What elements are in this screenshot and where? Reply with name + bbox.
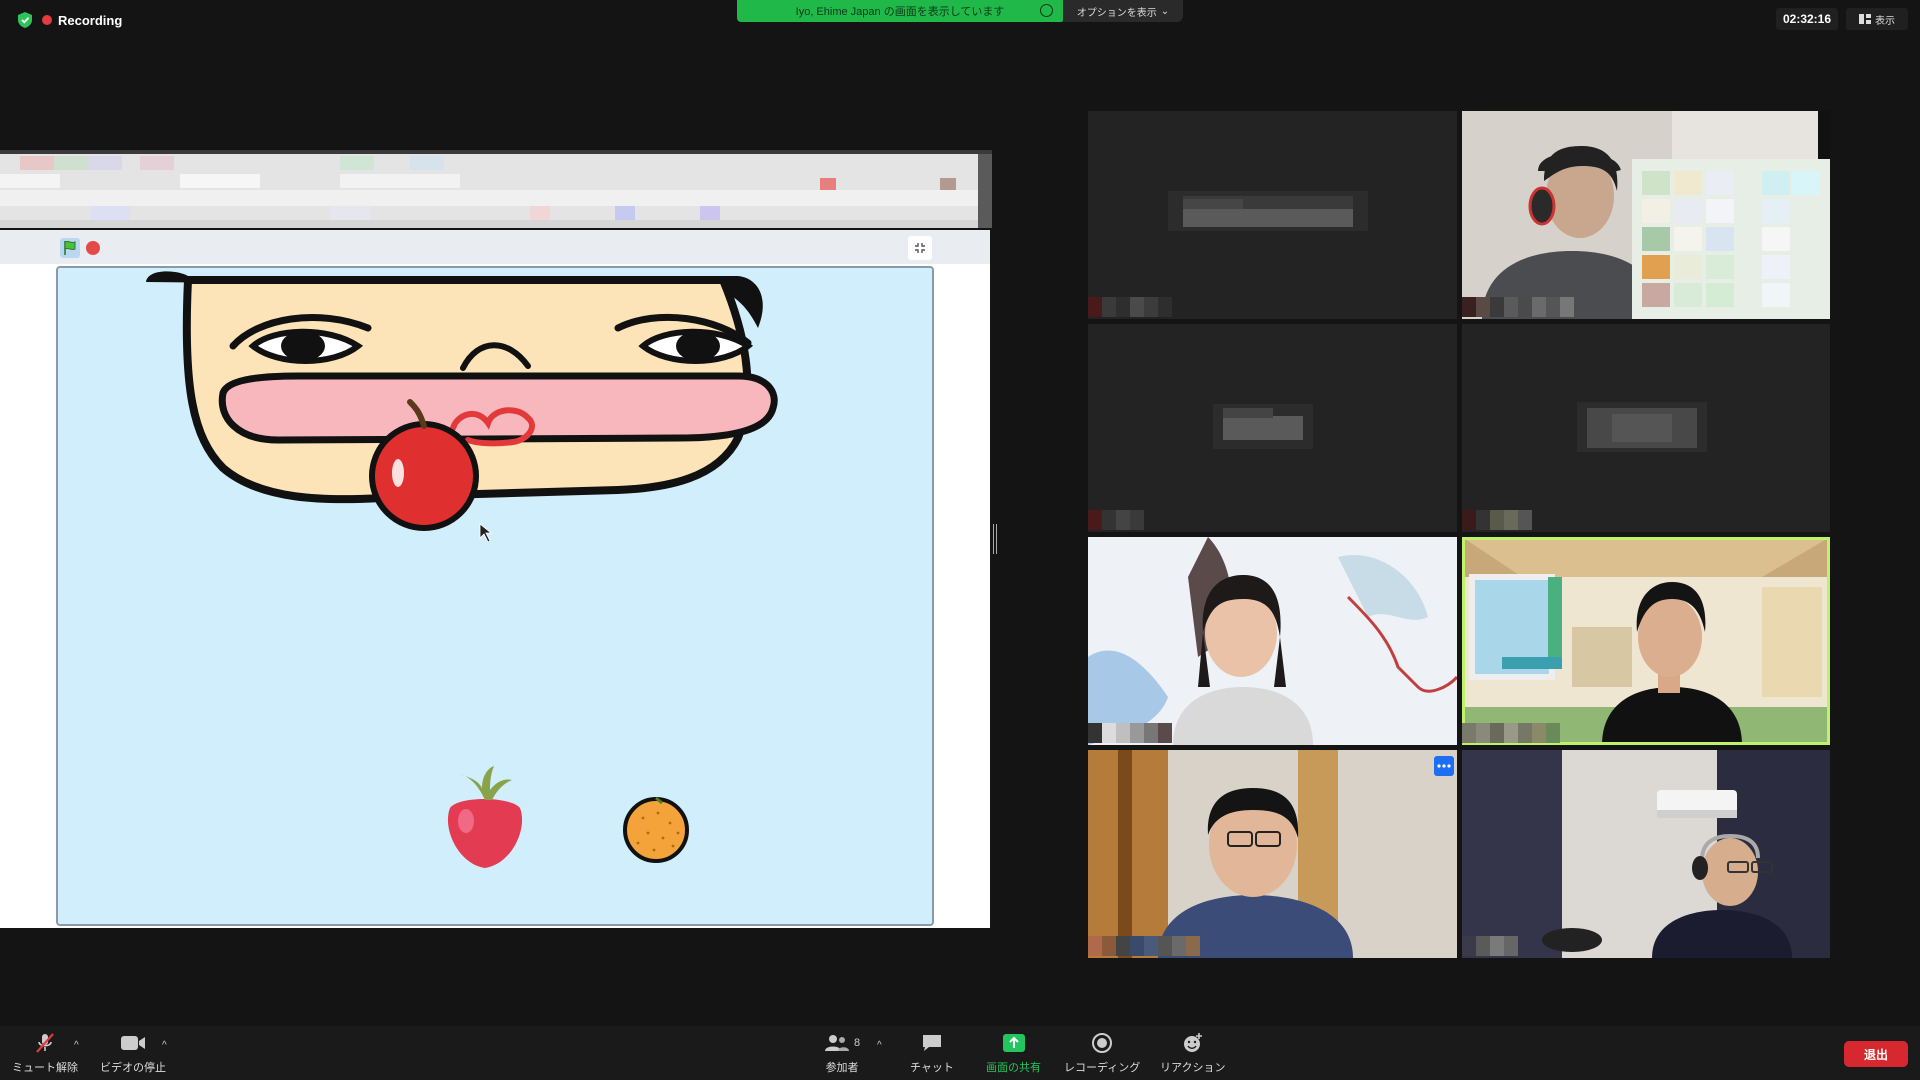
resize-handle[interactable] — [993, 524, 997, 554]
view-label: 表示 — [1875, 15, 1895, 27]
zoom-meeting-window: Recording Iyo, Ehime Japan の画面を表示しています オ… — [0, 0, 1920, 1080]
security-shield-icon — [18, 12, 32, 28]
participant-tile-3[interactable] — [1088, 324, 1457, 532]
meeting-controls-bar — [0, 1026, 1920, 1080]
stop-button[interactable] — [86, 241, 100, 255]
screen-share-banner: Iyo, Ehime Japan の画面を表示しています — [737, 0, 1063, 22]
participants-label: 参加者 — [825, 1062, 859, 1074]
participant-tile-7[interactable] — [1088, 750, 1457, 958]
gallery-view-icon — [1859, 14, 1871, 24]
participant-video — [1088, 750, 1457, 958]
participant-name-tag — [1088, 723, 1172, 743]
stage-canvas — [146, 271, 778, 868]
green-flag-icon — [64, 240, 76, 255]
participants-icon — [825, 1035, 849, 1051]
participant-tile-6-active-speaker[interactable] — [1462, 537, 1830, 745]
view-options-button[interactable]: オプションを表示 ⌄ — [1063, 0, 1183, 22]
participant-video — [1462, 750, 1830, 958]
chat-label: チャット — [910, 1062, 954, 1074]
audio-options-caret-icon[interactable]: ^ — [74, 1040, 79, 1051]
emoji-reaction-icon — [1183, 1033, 1202, 1052]
participants-button[interactable]: 8 参加者 — [824, 1032, 860, 1075]
participant-name-tag — [1462, 723, 1560, 743]
meeting-timer: 02:32:16 — [1776, 8, 1838, 30]
share-screen-label: 画面の共有 — [986, 1062, 1041, 1074]
stage-toolbar — [0, 230, 990, 264]
mouse-cursor — [479, 523, 493, 543]
chat-button[interactable]: チャット — [910, 1032, 954, 1075]
participant-tile-2[interactable] — [1462, 111, 1830, 319]
record-button[interactable]: レコーディング — [1064, 1032, 1140, 1075]
stop-video-label: ビデオの停止 — [100, 1062, 166, 1074]
share-screen-button[interactable]: 画面の共有 — [986, 1032, 1041, 1075]
participants-options-caret-icon[interactable]: ^ — [877, 1040, 882, 1051]
participant-name-tag — [1462, 510, 1532, 530]
blurred-name-placeholder — [1088, 111, 1457, 319]
game-stage[interactable] — [56, 266, 934, 926]
unmute-button[interactable]: ミュート解除 — [12, 1032, 78, 1075]
record-icon — [1092, 1033, 1113, 1053]
participant-tile-1[interactable] — [1088, 111, 1457, 319]
participant-name-tag — [1088, 936, 1200, 956]
participant-name-tag — [1462, 297, 1574, 317]
reactions-button[interactable]: リアクション — [1160, 1032, 1225, 1075]
participant-name-tag — [1462, 936, 1518, 956]
blurred-browser-header — [0, 150, 992, 228]
recording-label: Recording — [58, 12, 123, 28]
pixelated-region — [0, 150, 992, 228]
recording-indicator[interactable]: Recording — [18, 12, 122, 28]
share-banner-text: Iyo, Ehime Japan の画面を表示しています — [795, 6, 1005, 18]
strawberry-sprite — [447, 766, 523, 868]
unmute-label: ミュート解除 — [12, 1062, 78, 1074]
leave-meeting-button[interactable]: 退出 — [1844, 1041, 1908, 1067]
green-flag-button[interactable] — [60, 238, 80, 258]
orange-sprite — [623, 796, 689, 863]
participant-tile-4[interactable] — [1462, 324, 1830, 532]
share-info-icon[interactable] — [1040, 4, 1053, 17]
participant-name-tag — [1088, 297, 1172, 317]
chat-bubble-icon — [922, 1035, 941, 1051]
view-options-label: オプションを表示 — [1076, 7, 1157, 19]
recording-status: Recording — [42, 13, 122, 28]
video-camera-icon — [121, 1036, 145, 1050]
participant-video — [1088, 537, 1457, 745]
collapse-icon — [915, 243, 925, 253]
participant-video — [1462, 537, 1830, 745]
blurred-name-placeholder — [1462, 324, 1830, 532]
share-screen-icon — [1002, 1034, 1025, 1052]
exit-fullscreen-button[interactable] — [908, 236, 932, 260]
video-options-caret-icon[interactable]: ^ — [162, 1040, 167, 1051]
participants-count: 8 — [854, 1037, 861, 1049]
shared-screen[interactable] — [0, 150, 992, 928]
view-button[interactable]: 表示 — [1846, 8, 1908, 30]
record-dot-icon — [42, 14, 52, 25]
record-label: レコーディング — [1064, 1062, 1141, 1074]
blurred-name-placeholder — [1088, 324, 1457, 532]
reactions-label: リアクション — [1160, 1062, 1226, 1074]
stop-video-button[interactable]: ビデオの停止 — [100, 1032, 166, 1075]
participant-name-tag — [1088, 510, 1144, 530]
microphone-muted-icon — [36, 1033, 54, 1053]
participant-tile-8[interactable] — [1462, 750, 1830, 958]
participant-video — [1462, 111, 1830, 319]
participant-tile-5[interactable] — [1088, 537, 1457, 745]
chevron-down-icon: ⌄ — [1160, 5, 1170, 17]
